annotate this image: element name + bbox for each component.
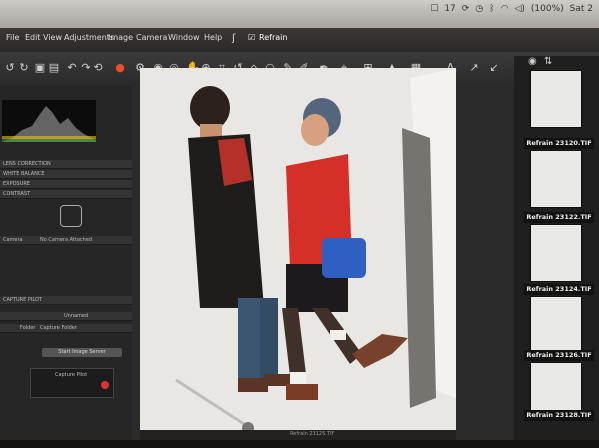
stop-button[interactable] — [101, 381, 109, 389]
system-status-icons: ☐ 17 ⟳ ◷ ᛒ ◠ ◁) (100%) Sat 2 — [430, 4, 593, 14]
system-menu-bar: ☐ 17 ⟳ ◷ ᛒ ◠ ◁) (100%) Sat 2 — [0, 0, 599, 28]
reset-icon[interactable]: ⟲ — [92, 62, 104, 74]
histogram — [2, 100, 96, 142]
thumbnail-2[interactable] — [530, 150, 582, 208]
time-machine-icon[interactable]: ◷ — [475, 4, 483, 14]
session-name: Refrain — [259, 33, 288, 42]
rotate-left-icon[interactable]: ↺ — [4, 62, 16, 74]
panel-section-exposure[interactable]: EXPOSURE — [0, 180, 132, 189]
image-viewer[interactable] — [140, 68, 456, 440]
slider-group[interactable] — [60, 205, 82, 227]
thumbnail-label-1: Refrain 23120.TIF — [524, 138, 594, 149]
capture-icon[interactable]: ● — [114, 62, 126, 74]
thumbnail-label-5: Refrain 23128.TIF — [524, 410, 594, 421]
apply-adjustments-icon[interactable]: ↙ — [488, 62, 500, 74]
volume-icon[interactable]: ◁) — [514, 4, 524, 14]
dropbox-icon[interactable]: ☐ — [430, 4, 438, 14]
clock[interactable]: Sat 2 — [570, 4, 593, 14]
menu-edit[interactable]: Edit — [25, 33, 41, 42]
view-icon[interactable]: ◉ — [528, 56, 537, 67]
start-image-server-button[interactable]: Start Image Server — [42, 348, 122, 357]
thumbnail-3[interactable] — [530, 224, 582, 282]
menu-adjustments[interactable]: Adjustments — [64, 33, 114, 42]
capture-pilot-box: Capture Pilot — [30, 368, 114, 398]
panel-section-contrast[interactable]: CONTRAST — [0, 190, 132, 199]
copy-adjustments-icon[interactable]: ↗ — [468, 62, 480, 74]
capture-one-window: ☐ 17 ⟳ ◷ ᛒ ◠ ◁) (100%) Sat 2 File Edit V… — [0, 0, 599, 440]
thumbnail-label-3: Refrain 23124.TIF — [524, 284, 594, 295]
menu-view[interactable]: View — [43, 33, 62, 42]
sort-icon[interactable]: ⇅ — [544, 56, 552, 67]
panel-section-capture-pilot[interactable]: CAPTURE PILOT — [0, 296, 132, 305]
thumbnail-label-4: Refrain 23126.TIF — [524, 350, 594, 361]
folder-row[interactable]: Folder Capture Folder — [0, 324, 132, 333]
wifi-icon[interactable]: ◠ — [501, 4, 509, 14]
status-row[interactable]: Unnamed — [0, 312, 132, 321]
panel-section-lens-correction[interactable]: LENS CORRECTION — [0, 160, 132, 169]
menu-file[interactable]: File — [6, 33, 19, 42]
menu-window[interactable]: Window — [168, 33, 200, 42]
session-checkbox[interactable]: ☑ — [248, 33, 255, 42]
bluetooth-icon[interactable]: ᛒ — [489, 4, 494, 14]
photo-preview — [140, 68, 456, 440]
folder-icon[interactable]: ▣ — [34, 62, 46, 74]
redo-icon[interactable]: ↷ — [80, 62, 92, 74]
menu-camera[interactable]: Camera — [136, 33, 167, 42]
panel-section-white-balance[interactable]: WHITE BALANCE — [0, 170, 132, 179]
menu-help[interactable]: Help — [204, 33, 222, 42]
thumbnail-1[interactable] — [530, 70, 582, 128]
camera-row[interactable]: Camera No Camera Attached — [0, 236, 132, 245]
thumbnail-label-2: Refrain 23122.TIF — [524, 212, 594, 223]
viewer-status-bar: Refrain 23125.TIF — [140, 430, 456, 440]
sync-icon[interactable]: ⟳ — [462, 4, 470, 14]
undo-icon[interactable]: ↶ — [66, 62, 78, 74]
script-icon[interactable]: ʃ — [232, 33, 235, 44]
battery-indicator[interactable]: (100%) — [531, 4, 564, 14]
rotate-right-icon[interactable]: ↻ — [18, 62, 30, 74]
menu-image[interactable]: Image — [108, 33, 133, 42]
histogram-graph — [2, 106, 96, 142]
thumbnail-4[interactable] — [530, 296, 582, 354]
print-icon[interactable]: ▤ — [48, 62, 60, 74]
calendar-icon[interactable]: 17 — [444, 4, 455, 14]
